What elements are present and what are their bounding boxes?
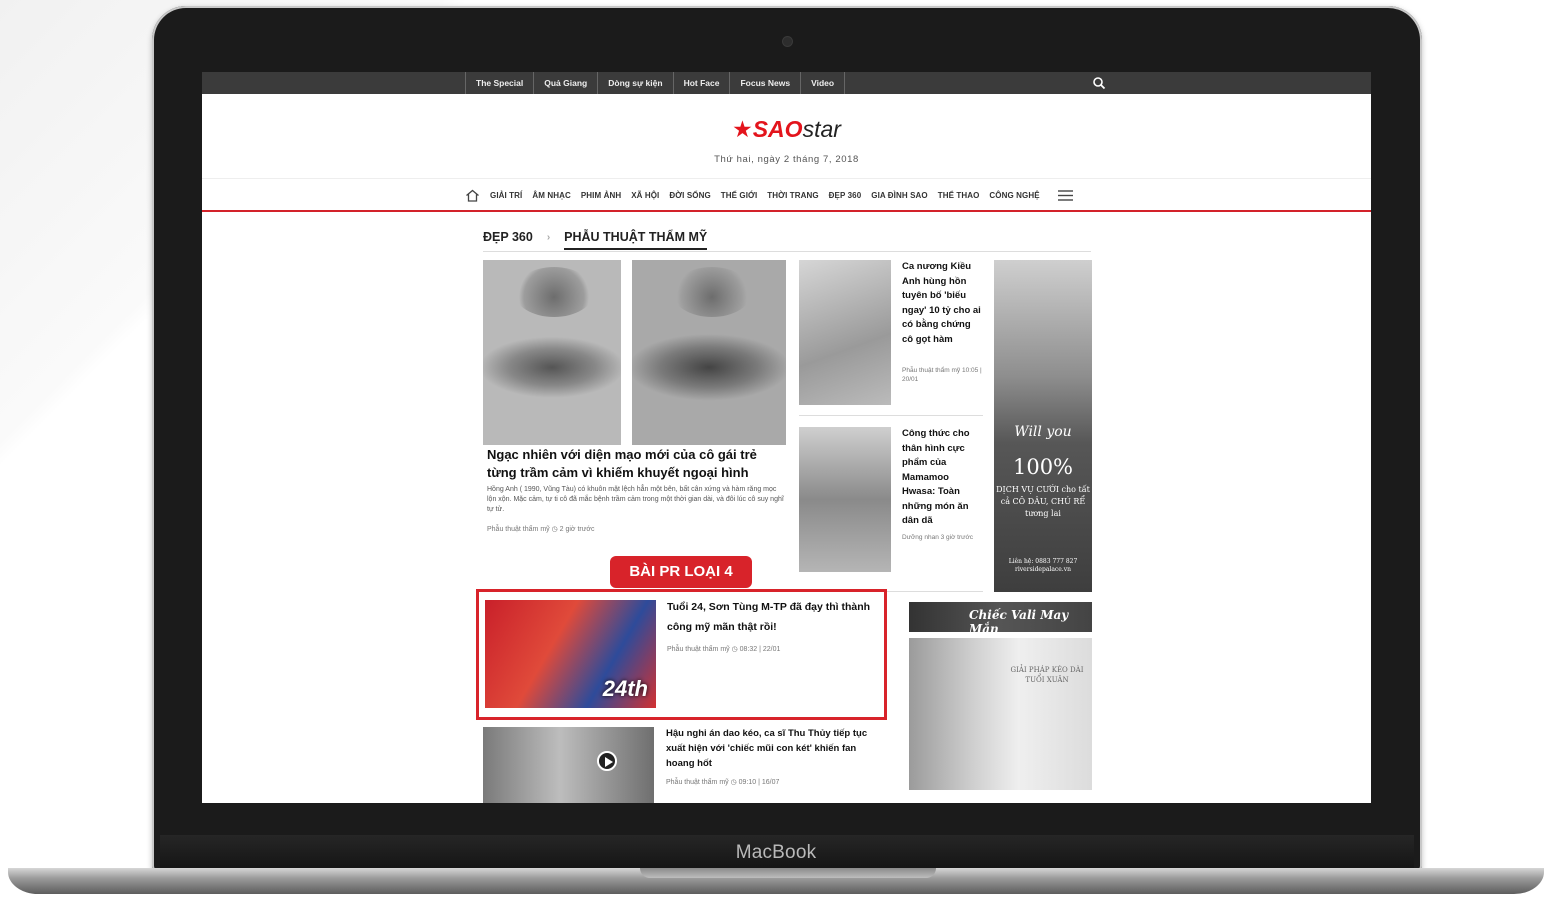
topnav-item[interactable]: Dòng sự kiện bbox=[597, 72, 672, 94]
logo-sao-text: SAO bbox=[752, 116, 803, 142]
ad-banner-cosmetics[interactable] bbox=[909, 638, 1092, 790]
breadcrumb-section[interactable]: ĐẸP 360 bbox=[483, 230, 533, 250]
ad-banner-text: Chiếc Vali May Mắn bbox=[969, 608, 1069, 636]
side-article-meta: Dưỡng nhan 3 giờ trước bbox=[902, 534, 973, 541]
image-nose-shade bbox=[672, 267, 752, 317]
category-bar: GIẢI TRÍ ÂM NHẠC PHIM ẢNH XÃ HỘI ĐỜI SỐN… bbox=[202, 178, 1371, 212]
video-article-image[interactable] bbox=[483, 727, 654, 803]
ad-text: 100% bbox=[1012, 455, 1074, 479]
breadcrumb-separator: › bbox=[546, 232, 551, 243]
laptop-notch bbox=[640, 868, 936, 878]
site-logo[interactable]: ★SAOstar bbox=[202, 116, 1371, 143]
main-article-title[interactable]: Ngạc nhiên với diện mạo mới của cô gái t… bbox=[487, 446, 787, 482]
main-article-description: Hồng Anh ( 1990, Vũng Tàu) có khuôn mặt … bbox=[487, 486, 784, 513]
category-item[interactable]: PHIM ẢNH bbox=[581, 191, 621, 200]
hamburger-menu-icon[interactable] bbox=[1057, 190, 1073, 201]
pr-article-title[interactable]: Tuổi 24, Sơn Tùng M-TP đã đạy thì thành … bbox=[667, 597, 885, 637]
side-article-image[interactable] bbox=[799, 260, 891, 405]
image-nose-shade bbox=[514, 267, 594, 317]
star-icon: ★ bbox=[732, 116, 753, 142]
pr-badge: BÀI PR LOẠI 4 bbox=[610, 556, 752, 588]
top-nav: The Special Quả Giang Dòng sự kiện Hot F… bbox=[465, 72, 846, 94]
stage: The Special Quả Giang Dòng sự kiện Hot F… bbox=[0, 0, 1552, 901]
category-item[interactable]: CÔNG NGHỆ bbox=[989, 191, 1039, 200]
header-date: Thứ hai, ngày 2 tháng 7, 2018 bbox=[714, 154, 859, 165]
category-item[interactable]: THỂ THAO bbox=[938, 191, 980, 200]
pr-article-image[interactable]: 24th bbox=[485, 600, 656, 708]
category-item[interactable]: GIA ĐÌNH SAO bbox=[871, 191, 927, 200]
side-article-title[interactable]: Ca nương Kiều Anh hùng hồn tuyên bố 'biế… bbox=[902, 260, 982, 347]
ad-text: DỊCH VỤ CƯỚI cho tất cả CÔ DÂU, CHÚ RỂ t… bbox=[996, 485, 1090, 518]
camera bbox=[783, 37, 792, 46]
ad-text: Liên hệ: 0883 777 827 riversidepalace.vn bbox=[1008, 558, 1078, 573]
topnav-item[interactable]: Quả Giang bbox=[533, 72, 597, 94]
side-article-meta: Phẫu thuật thẩm mỹ 10:05 | 20/01 bbox=[902, 367, 982, 383]
main-article-meta: Phẫu thuật thẩm mỹ ◷ 2 giờ trước bbox=[487, 526, 595, 533]
play-icon[interactable] bbox=[597, 751, 617, 771]
logo-star-text: star bbox=[802, 116, 841, 142]
breadcrumb-divider bbox=[483, 251, 1091, 252]
category-item[interactable]: THỜI TRANG bbox=[767, 191, 818, 200]
breadcrumb-subsection[interactable]: PHẪU THUẬT THẨM MỸ bbox=[564, 230, 708, 250]
breadcrumb: ĐẸP 360 › PHẪU THUẬT THẨM MỸ bbox=[483, 230, 708, 250]
side-article-title[interactable]: Công thức cho thân hình cực phẩm của Mam… bbox=[902, 427, 982, 529]
device-brand: MacBook bbox=[735, 842, 817, 863]
topnav-item[interactable]: Hot Face bbox=[672, 72, 730, 94]
pr-article-meta: Phẫu thuật thẩm mỹ ◷ 08:32 | 22/01 bbox=[667, 646, 781, 653]
divider bbox=[799, 415, 983, 416]
category-item[interactable]: THẾ GIỚI bbox=[721, 191, 758, 200]
side-article-image[interactable] bbox=[799, 427, 891, 572]
category-item[interactable]: ĐẸP 360 bbox=[829, 191, 862, 200]
topnav-item[interactable]: Focus News bbox=[729, 72, 800, 94]
topnav-item[interactable]: The Special bbox=[465, 72, 533, 94]
ad-banner-vali[interactable]: Chiếc Vali May Mắn bbox=[909, 602, 1092, 636]
video-article-title[interactable]: Hậu nghi án dao kéo, ca sĩ Thu Thủy tiếp… bbox=[666, 726, 886, 771]
screen: The Special Quả Giang Dòng sự kiện Hot F… bbox=[202, 72, 1371, 803]
ad-text: Will you bbox=[1014, 424, 1072, 440]
search-icon[interactable] bbox=[1092, 76, 1106, 90]
category-item[interactable]: GIẢI TRÍ bbox=[490, 191, 522, 200]
home-icon[interactable] bbox=[465, 189, 480, 202]
pr-image-text: 24th bbox=[602, 676, 648, 701]
category-item[interactable]: ĐỜI SỐNG bbox=[669, 191, 710, 200]
category-item[interactable]: ÂM NHẠC bbox=[532, 191, 570, 200]
category-item[interactable]: XÃ HỘI bbox=[631, 191, 659, 200]
topnav-item[interactable]: Video bbox=[800, 72, 846, 94]
video-article-meta: Phẫu thuật thẩm mỹ ◷ 09:10 | 16/07 bbox=[666, 779, 780, 786]
ad-text: GIẢI PHÁP KÉO DÀI TUỔI XUÂN bbox=[1010, 666, 1084, 684]
